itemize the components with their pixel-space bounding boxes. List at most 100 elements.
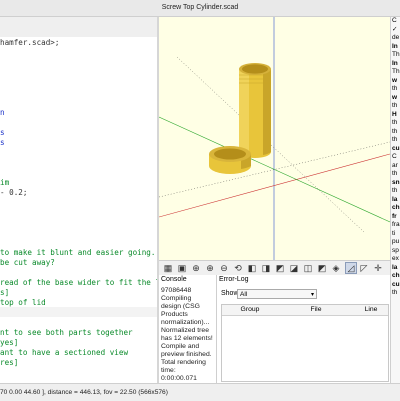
code-line: res] <box>0 358 19 367</box>
cylinder-model <box>239 63 271 158</box>
console-line: Products <box>161 311 188 318</box>
console-line: normalization)... <box>161 319 210 326</box>
customizer-text: th <box>392 119 398 126</box>
console-line: has 12 elements! <box>161 335 213 342</box>
customizer-text: th <box>392 187 398 194</box>
customizer-text: In <box>392 42 398 50</box>
view-front-icon[interactable]: ◫ <box>303 263 313 273</box>
customizer-text: fra <box>392 221 400 228</box>
customizer-text: th <box>392 127 398 135</box>
status-bar: 70 0.00 44.60 ], distance = 446.13, fov … <box>0 383 400 401</box>
customizer-text: sn <box>392 178 400 186</box>
x-axis-line <box>159 153 390 218</box>
code-line: - 0.2; <box>0 188 28 197</box>
view-left-icon[interactable]: ◪ <box>289 263 299 273</box>
cylinder-opening <box>242 64 268 74</box>
error-log-table[interactable]: Group File Line <box>221 304 389 382</box>
view-diagonal-icon[interactable]: ◈ <box>331 263 341 273</box>
3d-viewport[interactable] <box>159 17 390 260</box>
editor-tabbar <box>0 17 157 38</box>
render-icon[interactable]: ▣ <box>177 263 187 273</box>
customizer-text: H <box>392 110 397 118</box>
code-line: read of the base wider to fit the lid <box>0 278 157 287</box>
code-line: ant to have a sectioned view <box>0 348 129 357</box>
lid-opening <box>214 148 246 160</box>
console-line: 0:00:00.071 <box>161 375 197 382</box>
console-line: Total rendering <box>161 359 206 366</box>
current-line-highlight <box>0 307 157 317</box>
customizer-text: C <box>392 153 397 160</box>
chevron-down-icon: ▾ <box>310 292 314 298</box>
error-log-title: Error-Log <box>219 276 249 283</box>
code-line: top of lid <box>0 298 46 307</box>
console-line: 97086448 <box>161 287 192 294</box>
code-line: s] <box>0 288 10 297</box>
customizer-text: ✓ <box>392 25 398 33</box>
customizer-text: fr <box>392 212 397 220</box>
code-line: nt to see both parts together <box>0 328 133 337</box>
view-bottom-icon[interactable]: ◩ <box>275 263 285 273</box>
show-label: Show <box>221 290 239 297</box>
customizer-text: th <box>392 102 398 109</box>
customizer-text: la <box>392 263 398 271</box>
console-title: Console <box>161 276 187 283</box>
customizer-text: la <box>392 195 398 203</box>
reset-view-icon[interactable]: ⟲ <box>233 263 243 273</box>
customizer-text: cu <box>392 280 400 288</box>
customizer-text: w <box>392 76 398 84</box>
perspective-icon[interactable]: ◿ <box>345 262 357 274</box>
code-fragment: s <box>0 138 5 147</box>
customizer-pane: C ✓ de In Th In Th w th w th Hth th th cu Car th sn th la ch… <box>390 17 400 383</box>
cylinder-highlight <box>239 69 249 157</box>
view-back-icon[interactable]: ◩ <box>317 263 327 273</box>
customizer-text: th <box>392 170 398 177</box>
console-line: preview finished. <box>161 351 212 358</box>
y-axis-line <box>159 116 390 223</box>
show-filter-value: All <box>240 291 248 298</box>
customizer-text: th <box>392 85 398 92</box>
customizer-text: ar <box>392 161 398 169</box>
customizer-text: th <box>392 136 398 143</box>
zoom-out-icon[interactable]: ⊖ <box>219 263 229 273</box>
code-line: yes] <box>0 338 19 347</box>
orthogonal-icon[interactable]: ◸ <box>359 263 369 273</box>
show-filter-select[interactable]: All ▾ <box>237 289 317 299</box>
customizer-text: ch <box>392 272 400 279</box>
column-file[interactable]: File <box>278 305 354 315</box>
customizer-text: w <box>392 93 398 101</box>
console-line: Normalized tree <box>161 327 209 334</box>
console-line: design (CSG <box>161 303 200 310</box>
error-log-header: Group File Line <box>222 305 388 316</box>
zoom-in-icon[interactable]: ⊕ <box>205 263 215 273</box>
code-editor[interactable]: hamfer.scad>; im - 0.2; to make it blunt an… <box>0 37 157 383</box>
console-output: 97086448 Compiling design (CSG Products norm… <box>161 287 214 383</box>
3d-scene <box>159 17 390 260</box>
customizer-text: ex <box>392 255 399 262</box>
column-line[interactable]: Line <box>354 305 388 315</box>
status-viewport-info: 70 0.00 44.60 ], distance = 446.13, fov … <box>0 389 168 396</box>
customizer-text: th <box>392 289 398 296</box>
code-line: hamfer.scad>; <box>0 38 60 47</box>
customizer-text: sp <box>392 246 399 254</box>
code-line: im <box>0 178 10 187</box>
show-axes-icon[interactable]: ✛ <box>373 263 383 273</box>
code-line: be cut away? <box>0 258 55 267</box>
window-title: Screw Top Cylinder.scad <box>161 4 239 11</box>
code-fragment: s <box>0 128 5 137</box>
customizer-text: ti <box>392 229 396 237</box>
window-titlebar: Screw Top Cylinder.scad <box>0 0 400 17</box>
view-top-icon[interactable]: ◨ <box>261 263 271 273</box>
customizer-text: Th <box>392 68 400 75</box>
console-line: Compiling <box>161 295 192 302</box>
customizer-text: ch <box>392 204 400 211</box>
console-line: Compile and <box>161 343 200 350</box>
zoom-all-icon[interactable]: ⊕ <box>191 263 201 273</box>
preview-icon[interactable]: ▦ <box>163 263 173 273</box>
error-log-pane: Error-Log Show All ▾ Group File Line <box>217 275 390 383</box>
view-right-icon[interactable]: ◧ <box>247 263 257 273</box>
customizer-text: Th <box>392 51 400 58</box>
lid-model <box>209 146 251 174</box>
cylinder-shade <box>263 69 271 155</box>
column-group[interactable]: Group <box>222 305 278 315</box>
console-pane: Console 97086448 Compiling design (CSG Prod… <box>159 275 217 383</box>
